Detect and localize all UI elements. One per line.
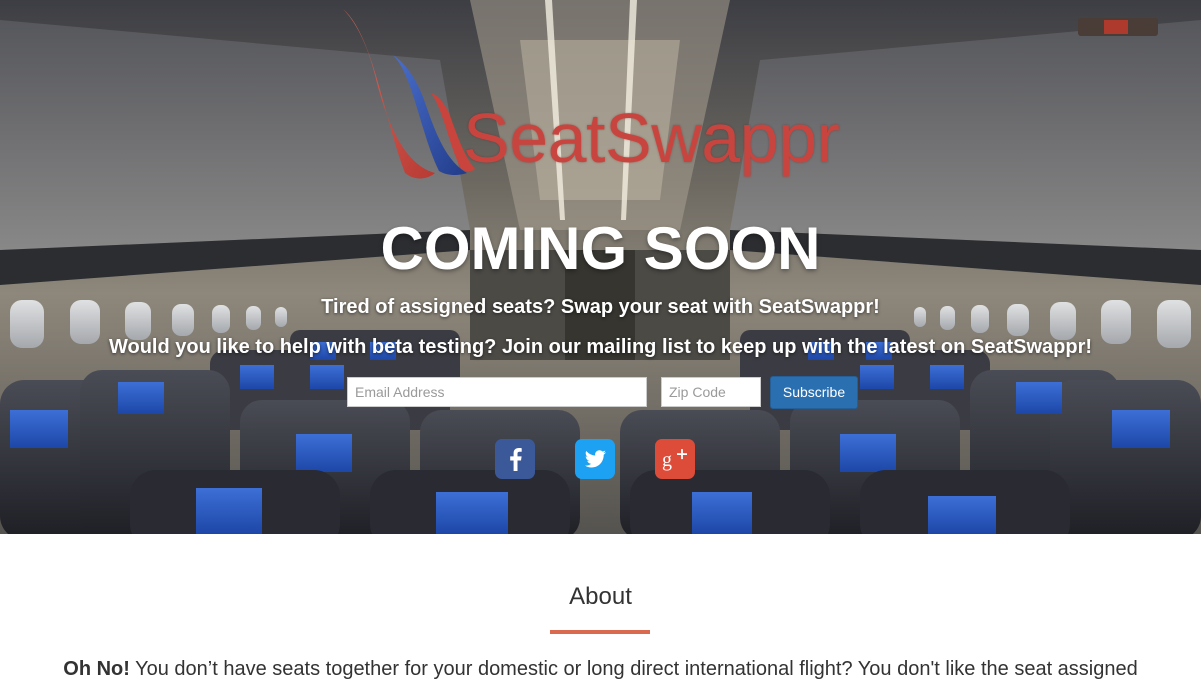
tagline: Tired of assigned seats? Swap your seat …	[321, 296, 880, 318]
google-plus-link[interactable]: g	[655, 439, 695, 479]
about-lead: Oh No!	[63, 658, 130, 680]
coming-soon-headline: COMING SOON	[380, 215, 821, 282]
about-paragraph: Oh No! You don’t have seats together for…	[0, 655, 1201, 683]
facebook-link[interactable]	[495, 439, 535, 479]
facebook-icon	[510, 448, 522, 471]
about-body: You don’t have seats together for your d…	[129, 658, 1138, 680]
twitter-link[interactable]	[575, 439, 615, 479]
logo-wordmark: SeatSwappr	[463, 99, 840, 177]
hero-section: SeatSwappr COMING SOON Tired of assigned…	[0, 0, 1201, 534]
beta-invite-text: Would you like to help with beta testing…	[108, 336, 1093, 358]
seatswappr-logo: SeatSwappr	[335, 5, 875, 195]
subscribe-button[interactable]: Subscribe	[770, 376, 858, 409]
email-input[interactable]	[347, 377, 647, 407]
logo-wing-mark	[343, 9, 475, 179]
about-divider	[550, 630, 650, 634]
twitter-icon	[584, 450, 606, 468]
svg-text:g: g	[662, 449, 672, 471]
google-plus-icon: g	[662, 449, 687, 471]
zip-code-input[interactable]	[661, 377, 761, 407]
about-heading: About	[569, 583, 632, 610]
